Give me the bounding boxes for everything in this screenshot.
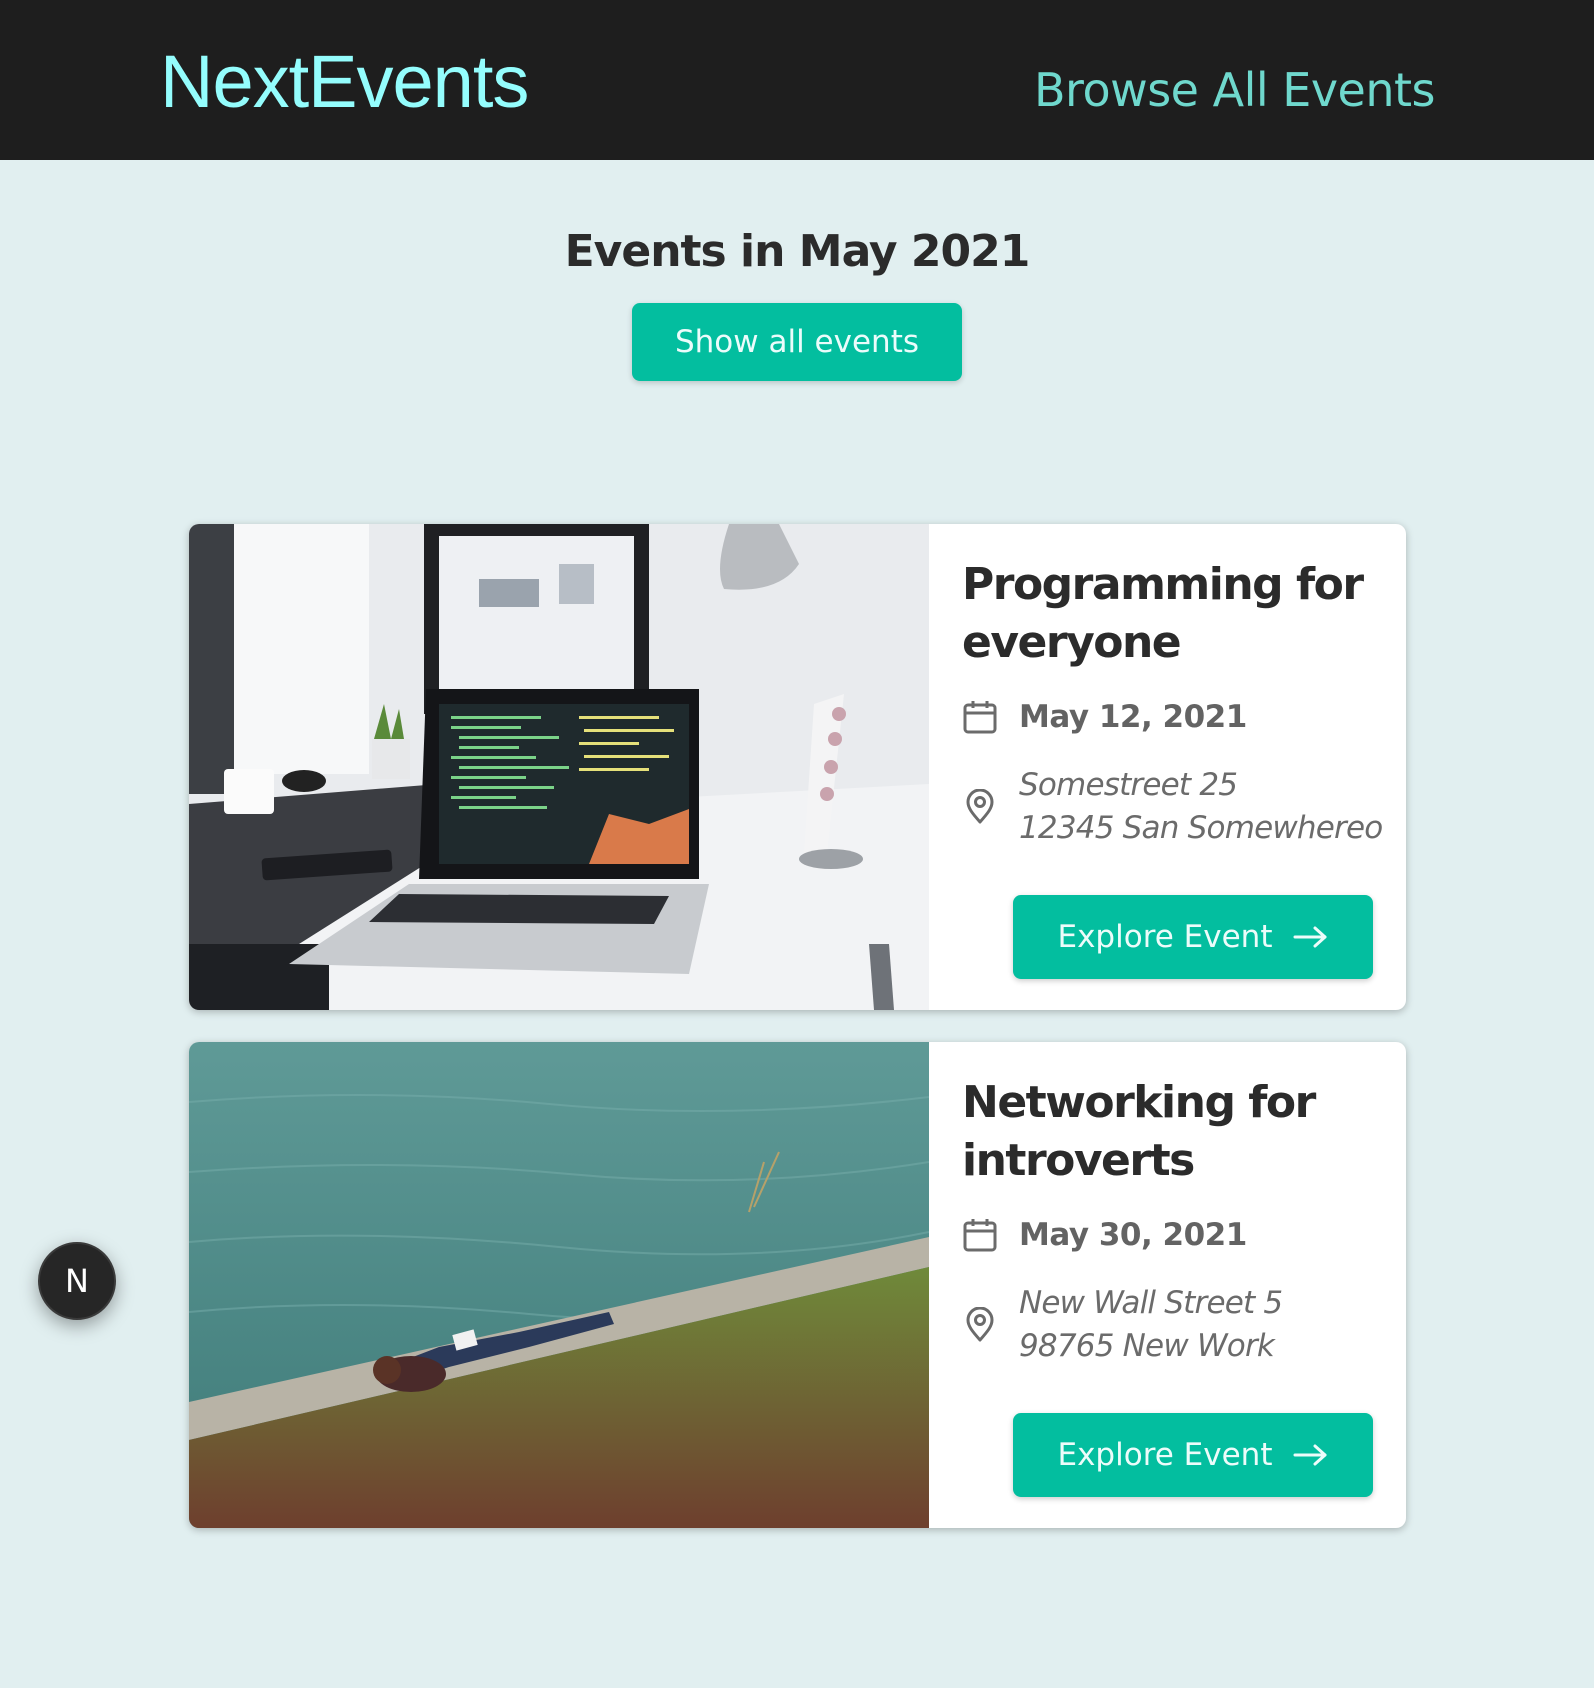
page-title: Events in May 2021 (564, 226, 1031, 277)
nextjs-devtools-badge[interactable]: N (38, 1242, 116, 1320)
event-date: May 12, 2021 (962, 699, 1247, 735)
arrow-right-icon (1293, 926, 1326, 948)
event-title: Programming for everyone (962, 559, 1364, 668)
calendar-icon (963, 1219, 997, 1252)
event-date-text: May 30, 2021 (1019, 1217, 1247, 1253)
event-details: Networking for introverts May 30, 2021 N… (929, 1042, 1406, 1528)
explore-event-label: Explore Event (1057, 919, 1273, 955)
event-address-line2: 98765 New Work (1019, 1328, 1275, 1364)
explore-event-label: Explore Event (1057, 1437, 1273, 1473)
show-all-events-button[interactable]: Show all events (632, 303, 962, 381)
event-details: Programming for everyone May 12, 2021 So… (929, 524, 1406, 1010)
event-address: Somestreet 25 12345 San Somewhereo (962, 764, 1383, 850)
calendar-icon (963, 701, 997, 734)
explore-event-button[interactable]: Explore Event (1013, 1413, 1373, 1497)
event-title: Networking for introverts (962, 1077, 1316, 1186)
site-header: NextEvents Browse All Events (0, 0, 1594, 160)
event-card: Programming for everyone May 12, 2021 So… (189, 524, 1406, 1010)
event-address-line2: 12345 San Somewhereo (1019, 810, 1383, 846)
explore-event-button[interactable]: Explore Event (1013, 895, 1373, 979)
logo-link[interactable]: NextEvents (160, 38, 529, 126)
location-pin-icon (966, 1307, 994, 1342)
event-image-desk (189, 524, 929, 1010)
location-pin-icon (966, 789, 994, 824)
event-address-line1: New Wall Street 5 (1019, 1285, 1283, 1321)
event-card: Networking for introverts May 30, 2021 N… (189, 1042, 1406, 1528)
event-address-line1: Somestreet 25 (1019, 767, 1238, 803)
event-date: May 30, 2021 (962, 1217, 1247, 1253)
event-address: New Wall Street 5 98765 New Work (962, 1282, 1283, 1368)
event-image-lakeside (189, 1042, 929, 1528)
event-date-text: May 12, 2021 (1019, 699, 1247, 735)
browse-all-events-link[interactable]: Browse All Events (1034, 60, 1436, 120)
nextjs-logo-icon: N (65, 1262, 89, 1300)
arrow-right-icon (1293, 1444, 1326, 1466)
